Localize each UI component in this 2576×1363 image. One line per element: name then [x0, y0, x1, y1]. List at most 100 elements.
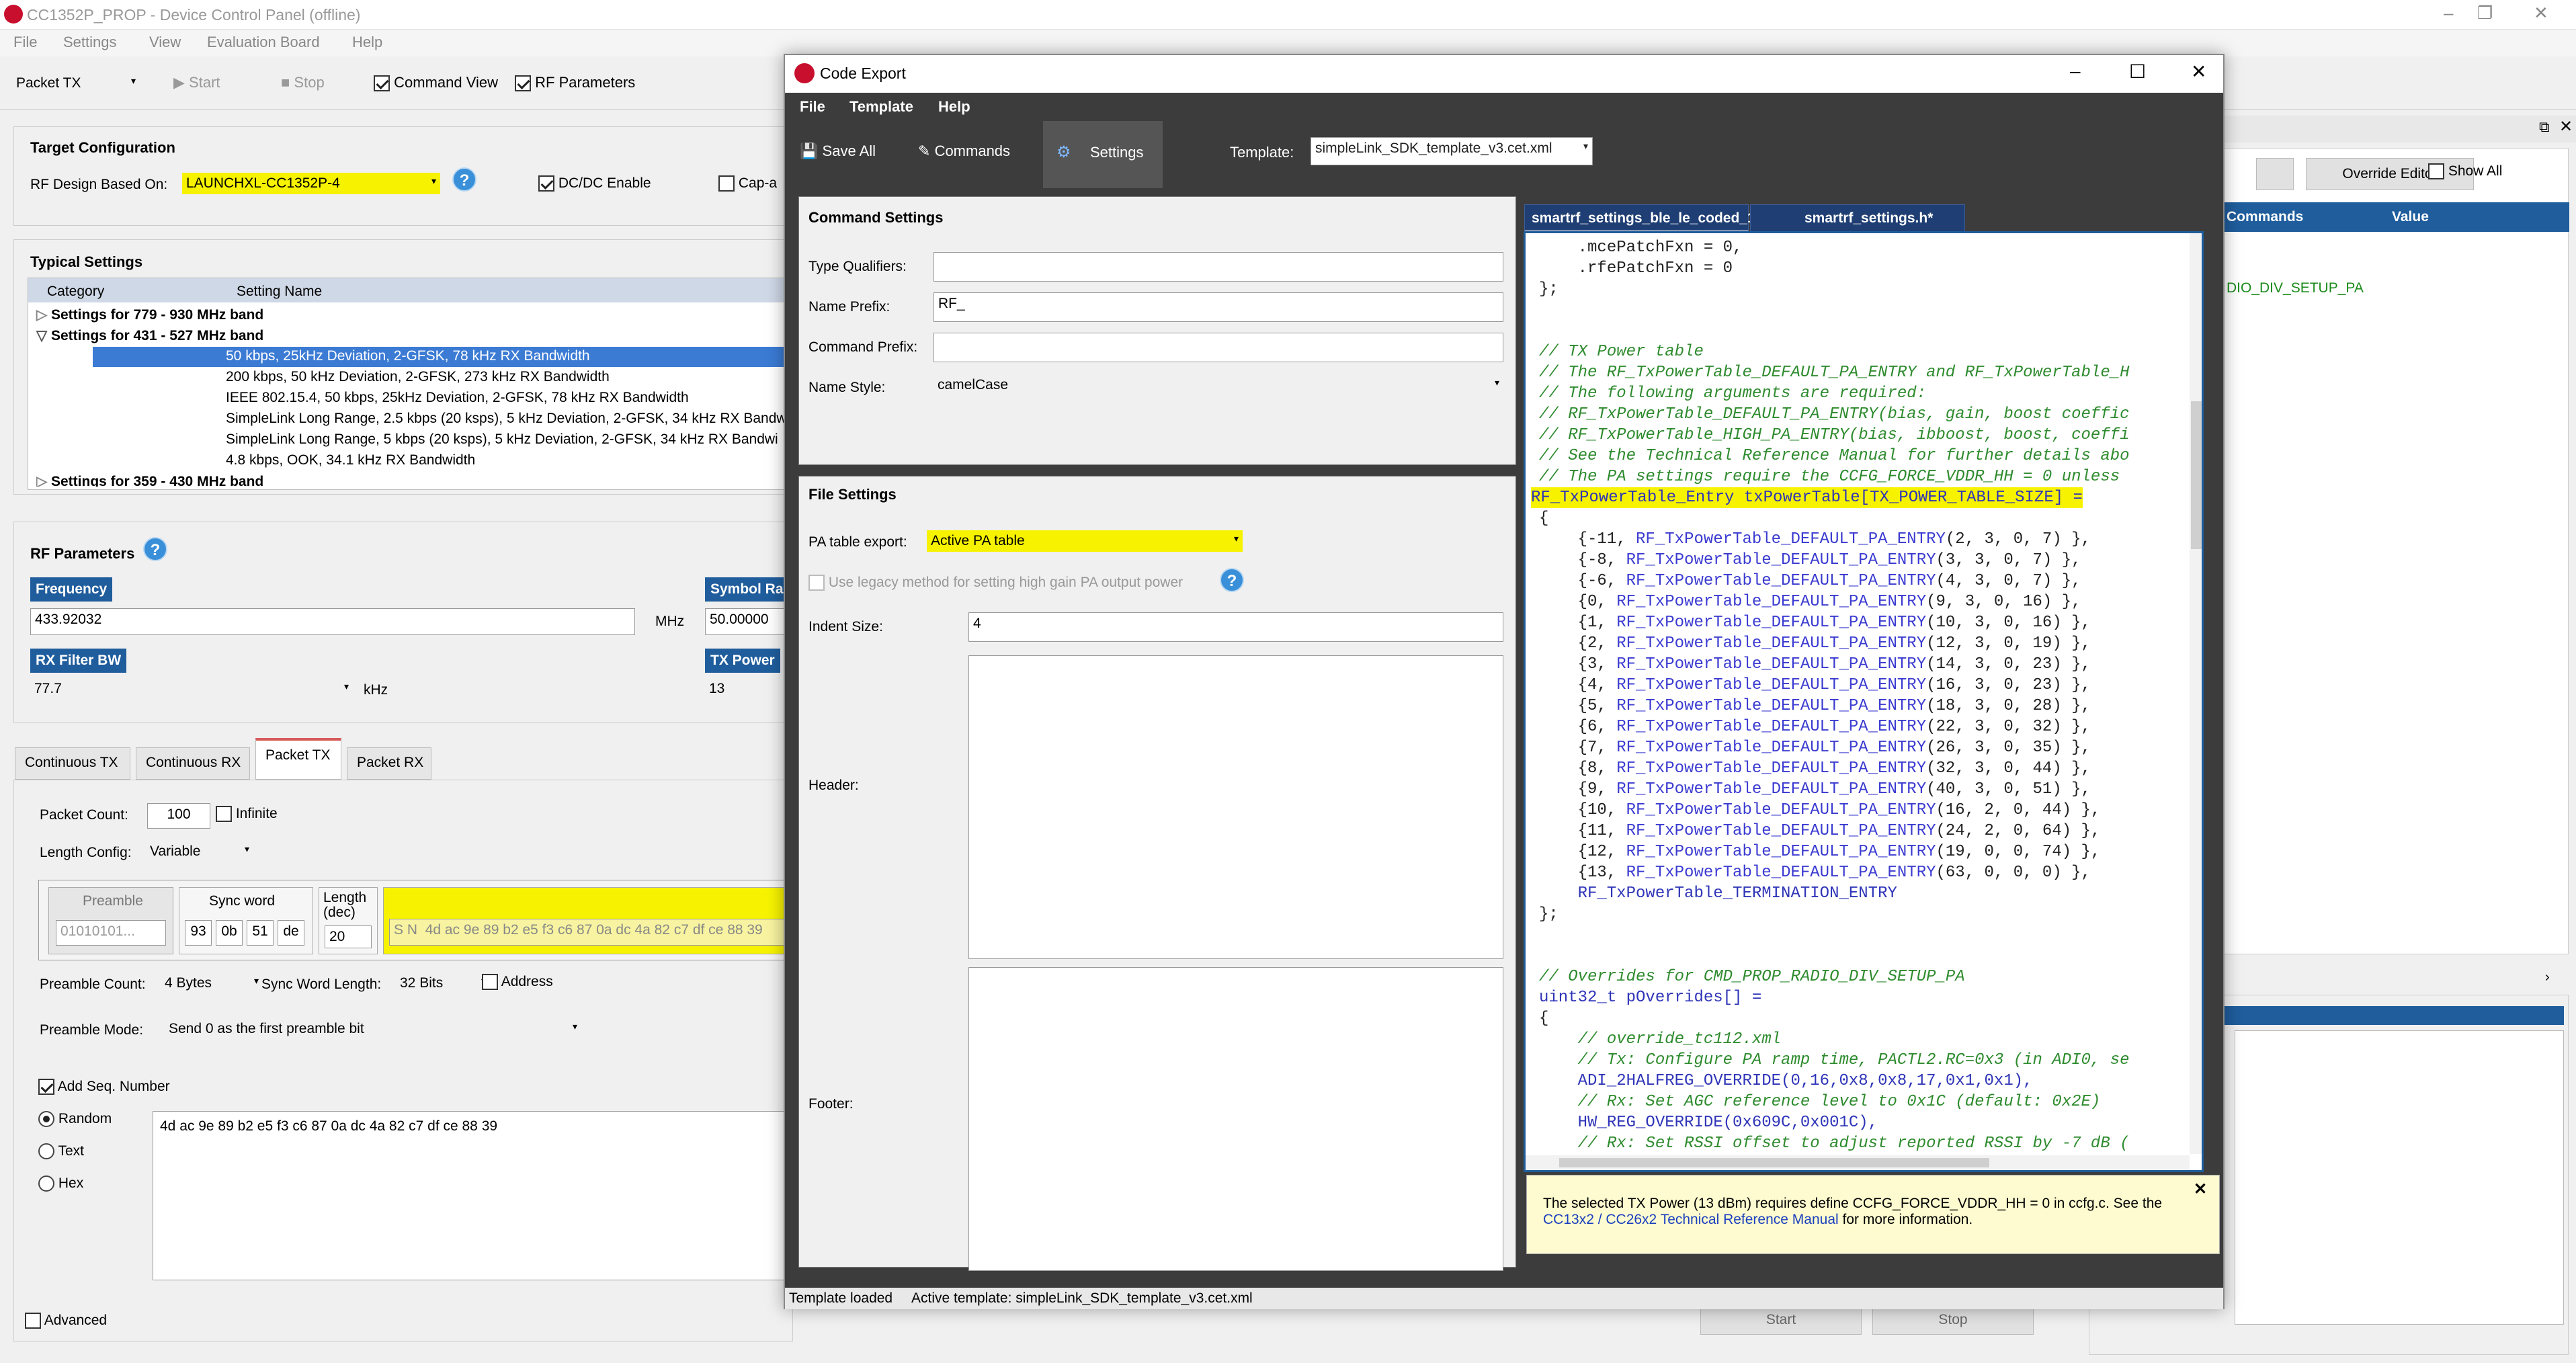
text-option[interactable]: Text — [38, 1143, 84, 1160]
legacy-toggle[interactable]: Use legacy method for setting high gain … — [808, 575, 1183, 591]
preamble-mode-select[interactable]: Send 0 as the first preamble bit — [165, 1018, 581, 1040]
menu-view[interactable]: View — [149, 34, 181, 51]
advanced-checkbox[interactable] — [25, 1313, 41, 1329]
horizontal-scrollbar[interactable] — [1526, 1155, 2190, 1170]
tree-item[interactable]: SimpleLink Long Range, 5 kbps (20 ksps),… — [226, 431, 794, 448]
tx-power-select[interactable]: 13 — [705, 678, 794, 700]
help-icon[interactable]: ? — [143, 537, 167, 561]
sync-byte[interactable]: 51 — [247, 920, 274, 946]
vertical-scrollbar[interactable] — [2190, 233, 2202, 1154]
cap-toggle[interactable]: Cap-a — [718, 175, 777, 192]
toolbar-button[interactable] — [2256, 158, 2294, 190]
stop-button-bottom[interactable]: Stop — [1872, 1305, 2034, 1335]
type-qualifiers-input[interactable] — [933, 252, 1503, 282]
command-view-toggle[interactable]: Command View — [374, 74, 498, 92]
hscroll-thumb[interactable] — [1559, 1158, 1989, 1167]
minimize-icon[interactable]: – — [2070, 60, 2081, 82]
payload-data-textarea[interactable]: 4d ac 9e 89 b2 e5 f3 c6 87 0a dc 4a 82 c… — [153, 1111, 794, 1280]
rx-filter-bw-select[interactable]: 77.7 — [30, 678, 353, 700]
command-prefix-input[interactable] — [933, 333, 1503, 362]
tree-item[interactable]: 200 kbps, 50 kHz Deviation, 2-GFSK, 273 … — [226, 369, 610, 385]
tree-group-431[interactable]: ▽ Settings for 431 - 527 MHz band — [36, 327, 263, 344]
sync-byte[interactable]: 93 — [185, 920, 212, 946]
name-prefix-input[interactable]: RF_ — [933, 292, 1503, 322]
tree-group-779[interactable]: ▷ Settings for 779 - 930 MHz band — [36, 306, 263, 323]
settings-button[interactable]: ⚙ Settings — [1043, 121, 1163, 188]
mode-select[interactable]: Packet TX — [12, 73, 140, 94]
length-value[interactable]: 20 — [325, 925, 372, 948]
address-toggle[interactable]: Address — [482, 974, 553, 991]
packet-count-input[interactable]: 100 — [147, 803, 210, 829]
dialog-menu-help[interactable]: Help — [938, 98, 970, 116]
menu-help[interactable]: Help — [352, 34, 382, 51]
menu-evaluation-board[interactable]: Evaluation Board — [207, 34, 320, 51]
rf-parameters-toggle[interactable]: RF Parameters — [515, 74, 635, 92]
cap-checkbox[interactable] — [718, 175, 735, 192]
tab-packet-rx[interactable]: Packet RX — [347, 747, 431, 780]
command-view-checkbox[interactable] — [374, 75, 390, 92]
random-option[interactable]: Random — [38, 1111, 112, 1128]
hex-option[interactable]: Hex — [38, 1175, 83, 1192]
indent-size-input[interactable]: 4 — [968, 612, 1503, 642]
address-checkbox[interactable] — [482, 974, 498, 991]
info-link[interactable]: CC13x2 / CC26x2 Technical Reference Manu… — [1543, 1212, 1839, 1227]
symbol-rate-input[interactable]: 50.00000 — [705, 608, 794, 635]
help-icon[interactable]: ? — [1220, 568, 1244, 592]
dialog-menu-template[interactable]: Template — [849, 98, 913, 116]
template-select[interactable]: simpleLink_SDK_template_v3.cet.xml — [1311, 137, 1593, 165]
payload-value[interactable]: S N 4d ac 9e 89 b2 e5 f3 c6 87 0a dc 4a … — [389, 919, 795, 946]
stop-button[interactable]: ■ Stop — [281, 74, 325, 91]
scroll-right-icon[interactable]: › — [2545, 970, 2550, 985]
random-radio[interactable] — [38, 1111, 54, 1128]
show-all-toggle[interactable]: Show All — [2428, 163, 2502, 180]
undock-icon[interactable]: ⧉ — [2539, 118, 2550, 136]
info-close-icon[interactable]: ✕ — [2194, 1180, 2207, 1199]
sync-byte[interactable]: 0b — [216, 920, 243, 946]
show-all-checkbox[interactable] — [2428, 163, 2444, 180]
tab-continuous-tx[interactable]: Continuous TX — [15, 747, 130, 780]
dialog-menu-file[interactable]: File — [800, 98, 825, 116]
menu-file[interactable]: File — [13, 34, 37, 51]
help-icon[interactable]: ? — [452, 167, 476, 192]
dcdc-checkbox[interactable] — [538, 175, 554, 192]
pa-table-export-select[interactable]: Active PA table — [927, 530, 1243, 552]
code-editor[interactable]: .mcePatchFxn = 0, .rfePatchFxn = 0}; // T… — [1524, 231, 2204, 1172]
tab-settings-h[interactable]: smartrf_settings.h* — [1750, 204, 1965, 233]
tree-item[interactable]: 4.8 kbps, OOK, 34.1 kHz RX Bandwidth — [226, 452, 475, 468]
scroll-thumb[interactable] — [2191, 401, 2202, 549]
add-seq-toggle[interactable]: Add Seq. Number — [38, 1079, 170, 1096]
infinite-checkbox[interactable] — [216, 806, 232, 823]
commands-button[interactable]: ✎ Commands — [918, 142, 1010, 160]
advanced-toggle[interactable]: Advanced — [25, 1313, 107, 1329]
start-button[interactable]: ▶ Start — [173, 74, 220, 91]
header-textarea[interactable] — [968, 655, 1503, 959]
legacy-checkbox[interactable] — [808, 575, 825, 591]
name-style-select[interactable]: camelCase — [933, 374, 1503, 396]
menu-settings[interactable]: Settings — [63, 34, 117, 51]
maximize-icon[interactable]: ☐ — [2129, 60, 2146, 83]
preamble-value[interactable]: 01010101... — [56, 920, 166, 946]
text-radio[interactable] — [38, 1143, 54, 1160]
hex-radio[interactable] — [38, 1175, 54, 1192]
sync-word-length-select[interactable]: 32 Bits — [396, 973, 490, 994]
rf-parameters-checkbox[interactable] — [515, 75, 531, 92]
tree-group-359[interactable]: ▷ Settings for 359 - 430 MHz band — [36, 473, 263, 487]
save-all-button[interactable]: 💾 Save All — [800, 142, 876, 160]
footer-textarea[interactable] — [968, 967, 1503, 1271]
close-icon[interactable]: ✕ — [2534, 3, 2548, 24]
tree-item-selected[interactable]: 50 kbps, 25kHz Deviation, 2-GFSK, 78 kHz… — [93, 347, 794, 367]
restore-icon[interactable]: ❐ — [2477, 3, 2493, 24]
frequency-input[interactable]: 433.92032 — [30, 608, 635, 635]
command-row[interactable]: DIO_DIV_SETUP_PA — [2227, 280, 2364, 296]
length-config-select[interactable]: Variable — [146, 841, 253, 862]
infinite-toggle[interactable]: Infinite — [216, 806, 278, 823]
rf-design-select[interactable]: LAUNCHXL-CC1352P-4 — [182, 173, 440, 194]
tab-settings-c[interactable]: smartrf_settings_ble_le_coded_125.c* — [1524, 204, 1788, 233]
add-seq-checkbox[interactable] — [38, 1079, 54, 1096]
tab-packet-tx[interactable]: Packet TX — [255, 738, 341, 780]
close-icon[interactable]: ✕ — [2191, 60, 2206, 83]
tree-item[interactable]: IEEE 802.15.4, 50 kbps, 25kHz Deviation,… — [226, 390, 689, 406]
minimize-icon[interactable]: – — [2444, 3, 2453, 24]
preamble-count-select[interactable]: 4 Bytes — [161, 973, 263, 994]
panel-close-icon[interactable]: ✕ — [2559, 117, 2573, 136]
